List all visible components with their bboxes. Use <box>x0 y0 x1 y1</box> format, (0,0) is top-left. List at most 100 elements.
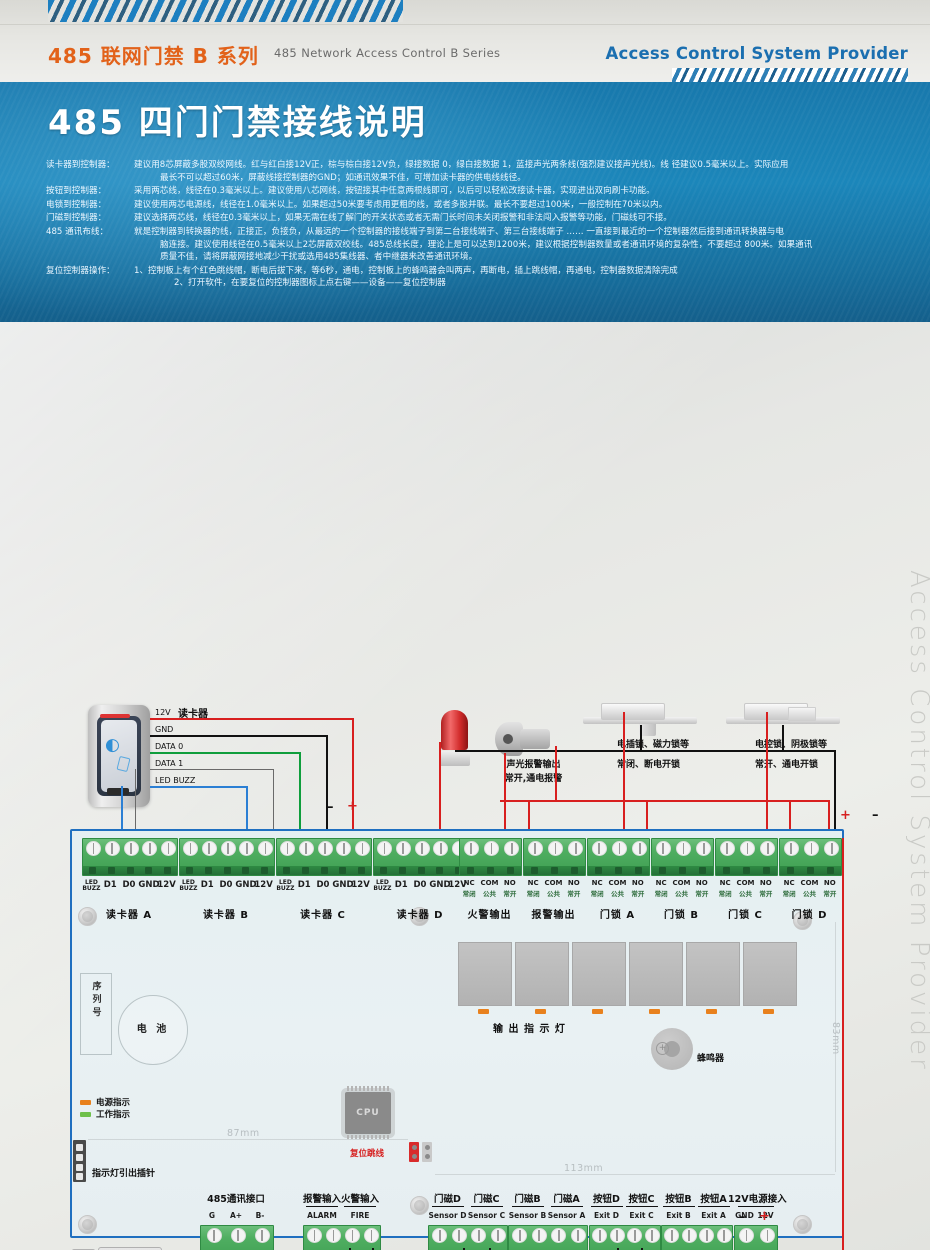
terminal-screw[interactable] <box>376 841 392 856</box>
terminal-screw[interactable] <box>740 841 755 856</box>
spec-line: 质量不佳，请将屏蔽网接地减少干扰或选用485集线器、者中继器来改善通讯环境。 <box>160 252 478 263</box>
terminal-screw[interactable] <box>664 1228 680 1243</box>
terminal-screw[interactable] <box>336 841 352 856</box>
terminal-connector[interactable] <box>179 838 275 876</box>
reader-pin-label: 12V <box>351 880 370 890</box>
terminal-screw[interactable] <box>490 1228 506 1243</box>
reset-jumper-cap-red[interactable] <box>409 1142 419 1162</box>
terminal-screw[interactable] <box>471 1228 487 1243</box>
terminal-screw[interactable] <box>463 841 479 856</box>
relay-pin-label-cn: 公共 <box>610 890 624 898</box>
terminal-screw[interactable] <box>570 1228 586 1243</box>
terminal-screw[interactable] <box>696 841 712 856</box>
terminal-screw[interactable] <box>592 1228 608 1243</box>
terminal-connector[interactable] <box>276 838 372 876</box>
terminal-screw[interactable] <box>504 841 520 856</box>
relay-pin-label: NO <box>631 879 644 887</box>
terminal-screw[interactable] <box>279 841 295 856</box>
terminal-screw[interactable] <box>591 841 607 856</box>
terminal-connector[interactable] <box>661 1225 733 1250</box>
terminal-screw[interactable] <box>527 841 543 856</box>
wire-data0-green-drop <box>299 752 301 838</box>
terminal-connector[interactable] <box>587 838 650 876</box>
terminal-connector[interactable] <box>303 1225 381 1250</box>
terminal-screw[interactable] <box>655 841 671 856</box>
terminal-screw[interactable] <box>612 841 627 856</box>
terminal-screw[interactable] <box>395 841 411 856</box>
terminal-screw[interactable] <box>182 841 198 856</box>
terminal-screw[interactable] <box>254 1228 270 1243</box>
reader-group-label: 读卡器 D <box>396 910 444 921</box>
terminal-screw[interactable] <box>345 1228 360 1243</box>
terminal-screw[interactable] <box>609 1228 625 1243</box>
terminal-connector[interactable] <box>508 1225 588 1250</box>
terminal-connector[interactable] <box>200 1225 274 1250</box>
terminal-screw[interactable] <box>85 841 101 856</box>
terminal-connector[interactable] <box>779 838 842 876</box>
reader-pin-label: D1 <box>103 880 117 890</box>
terminal-screw[interactable] <box>451 1228 467 1243</box>
terminal-screw[interactable] <box>551 1228 567 1243</box>
terminal-screw[interactable] <box>206 1228 222 1243</box>
terminal-screw[interactable] <box>161 841 177 856</box>
terminal-connector[interactable] <box>459 838 522 876</box>
terminal-connector[interactable] <box>428 1225 508 1250</box>
reader-pin-label: D1 <box>200 880 214 890</box>
terminal-screw[interactable] <box>104 841 120 856</box>
connector-teeth <box>277 866 371 875</box>
spec-row-value: 采用两芯线，线径在0.3毫米以上。建议使用八芯网线，按钮接其中任意两根线即可，以… <box>134 186 914 199</box>
terminal-screw[interactable] <box>484 841 499 856</box>
terminal-screw[interactable] <box>783 841 799 856</box>
terminal-screw[interactable] <box>512 1228 528 1243</box>
terminal-connector[interactable] <box>373 838 469 876</box>
terminal-screw[interactable] <box>239 841 255 856</box>
terminal-connector[interactable] <box>715 838 778 876</box>
reader-pin-label: D1 <box>297 880 311 890</box>
terminal-screw[interactable] <box>364 1228 379 1243</box>
terminal-screw[interactable] <box>804 841 819 856</box>
terminal-screw[interactable] <box>531 1228 547 1243</box>
terminal-screw[interactable] <box>414 841 430 856</box>
reset-jumper-pins[interactable] <box>422 1142 432 1162</box>
terminal-screw[interactable] <box>681 1228 697 1243</box>
terminal-screw[interactable] <box>548 841 563 856</box>
terminal-screw[interactable] <box>258 841 274 856</box>
terminal-connector[interactable] <box>523 838 586 876</box>
terminal-screw[interactable] <box>716 1228 732 1243</box>
terminal-screw[interactable] <box>220 841 236 856</box>
terminal-screw[interactable] <box>317 841 333 856</box>
terminal-connector[interactable] <box>589 1225 661 1250</box>
terminal-screw[interactable] <box>201 841 217 856</box>
terminal-screw[interactable] <box>142 841 158 856</box>
terminal-screw[interactable] <box>433 841 449 856</box>
terminal-screw[interactable] <box>432 1228 448 1243</box>
terminal-screw[interactable] <box>739 1228 754 1243</box>
terminal-screw[interactable] <box>676 841 691 856</box>
terminal-screw[interactable] <box>824 841 840 856</box>
terminal-screw[interactable] <box>760 841 776 856</box>
terminal-screw[interactable] <box>298 841 314 856</box>
reset-jumper[interactable] <box>409 1142 433 1162</box>
terminal-screw[interactable] <box>355 841 371 856</box>
terminal-screw[interactable] <box>719 841 735 856</box>
reader-group-label: 读卡器 C <box>300 910 346 921</box>
spec-row-value: 就是控制器到转换器的线，正接正，负接负，从最远的一个控制器的接线端子到第二台接线… <box>134 227 914 265</box>
terminal-connector[interactable] <box>651 838 714 876</box>
terminal-screw[interactable] <box>644 1228 660 1243</box>
header-divider <box>0 24 930 25</box>
terminal-screw[interactable] <box>760 1228 775 1243</box>
terminal-screw[interactable] <box>307 1228 322 1243</box>
terminal-screw[interactable] <box>699 1228 715 1243</box>
terminal-screw[interactable] <box>632 841 648 856</box>
terminal-screw[interactable] <box>326 1228 341 1243</box>
output-led-indicator <box>763 1009 774 1014</box>
terminal-screw[interactable] <box>230 1228 246 1243</box>
terminal-connector[interactable] <box>734 1225 778 1250</box>
terminal-screw[interactable] <box>627 1228 643 1243</box>
terminal-screw[interactable] <box>568 841 584 856</box>
connector-teeth <box>652 866 713 875</box>
terminal-screw[interactable] <box>123 841 139 856</box>
terminal-connector[interactable] <box>82 838 178 876</box>
card-reader-device: ◐ <box>88 705 150 807</box>
relay-group-label: 门锁 C <box>728 910 763 921</box>
